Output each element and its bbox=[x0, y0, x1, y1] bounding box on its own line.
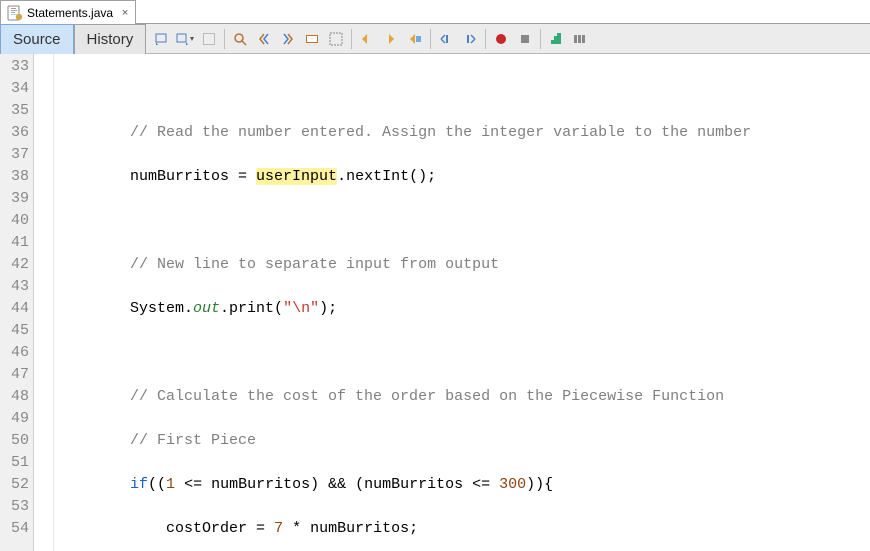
find-previous-icon[interactable] bbox=[253, 28, 275, 50]
comment-icon[interactable] bbox=[435, 28, 457, 50]
line-number: 50 bbox=[0, 430, 33, 452]
editor-tabbar: Statements.java × bbox=[0, 0, 870, 24]
line-number: 51 bbox=[0, 452, 33, 474]
record-macro-icon[interactable] bbox=[490, 28, 512, 50]
code-comment: // New line to separate input from outpu… bbox=[130, 256, 499, 273]
viewtabs-row: Source History bbox=[0, 24, 870, 54]
line-number: 43 bbox=[0, 276, 33, 298]
toolbar-separator bbox=[430, 29, 431, 49]
line-number: 44 bbox=[0, 298, 33, 320]
toggle-highlight-icon[interactable] bbox=[301, 28, 323, 50]
stop-macro-icon[interactable] bbox=[514, 28, 536, 50]
source-tab[interactable]: Source bbox=[0, 24, 74, 54]
glyph-margin bbox=[34, 54, 54, 551]
file-tab[interactable]: Statements.java × bbox=[0, 0, 136, 24]
code-comment: // First Piece bbox=[130, 432, 256, 449]
line-number: 53 bbox=[0, 496, 33, 518]
line-number: 45 bbox=[0, 320, 33, 342]
line-number: 42 bbox=[0, 254, 33, 276]
file-tab-label: Statements.java bbox=[27, 6, 113, 20]
code-editor[interactable]: 33 34 35 36 37 38 39 40 41 42 43 44 45 4… bbox=[0, 54, 870, 551]
line-number: 54 bbox=[0, 518, 33, 540]
tab-close-button[interactable]: × bbox=[119, 7, 131, 19]
toolbar-separator bbox=[224, 29, 225, 49]
line-number: 46 bbox=[0, 342, 33, 364]
toggle-bookmark-icon[interactable] bbox=[545, 28, 567, 50]
next-bookmark-icon[interactable] bbox=[569, 28, 591, 50]
editor-toolbar bbox=[146, 24, 870, 54]
line-number: 34 bbox=[0, 78, 33, 100]
code-comment: // Read the number entered. Assign the i… bbox=[130, 124, 751, 141]
line-number-gutter: 33 34 35 36 37 38 39 40 41 42 43 44 45 4… bbox=[0, 54, 34, 551]
line-number: 38 bbox=[0, 166, 33, 188]
toolbar-separator bbox=[485, 29, 486, 49]
line-number: 49 bbox=[0, 408, 33, 430]
format-icon[interactable] bbox=[404, 28, 426, 50]
shift-left-icon[interactable] bbox=[356, 28, 378, 50]
toolbar-separator bbox=[351, 29, 352, 49]
history-tab[interactable]: History bbox=[74, 24, 147, 54]
line-number: 47 bbox=[0, 364, 33, 386]
diff-icon[interactable] bbox=[198, 28, 220, 50]
line-number: 40 bbox=[0, 210, 33, 232]
find-selection-icon[interactable] bbox=[229, 28, 251, 50]
line-number: 39 bbox=[0, 188, 33, 210]
reference-highlight: userInput bbox=[256, 168, 337, 185]
find-next-icon[interactable] bbox=[277, 28, 299, 50]
toolbar-separator bbox=[540, 29, 541, 49]
code-comment: // Calculate the cost of the order based… bbox=[130, 388, 724, 405]
line-number: 35 bbox=[0, 100, 33, 122]
line-number: 48 bbox=[0, 386, 33, 408]
back-icon[interactable] bbox=[150, 28, 172, 50]
line-number: 52 bbox=[0, 474, 33, 496]
code-content[interactable]: // Read the number entered. Assign the i… bbox=[54, 54, 870, 551]
toggle-rectangular-icon[interactable] bbox=[325, 28, 347, 50]
line-number: 37 bbox=[0, 144, 33, 166]
forward-dropdown-icon[interactable] bbox=[174, 28, 196, 50]
line-number: 33 bbox=[0, 56, 33, 78]
java-file-icon bbox=[7, 5, 23, 21]
line-number: 36 bbox=[0, 122, 33, 144]
line-number: 41 bbox=[0, 232, 33, 254]
uncomment-icon[interactable] bbox=[459, 28, 481, 50]
shift-right-icon[interactable] bbox=[380, 28, 402, 50]
